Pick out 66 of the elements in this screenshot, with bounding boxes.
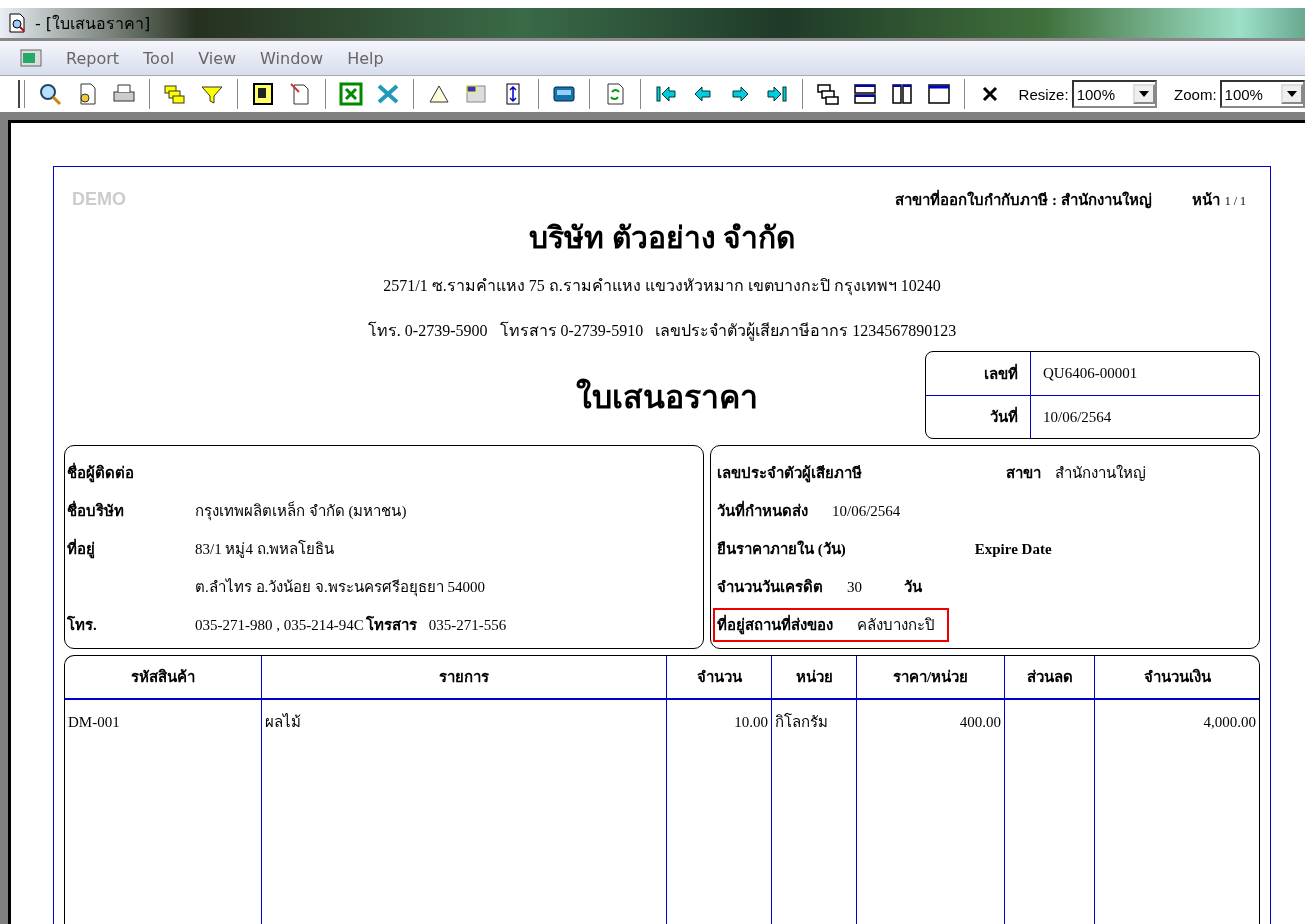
field-value: กรุงเทพผลิตเหล็ก จำกัด (มหาชน) [195,500,407,523]
table-cell: 4,000.00 [1203,713,1256,731]
page-label: หน้า [1191,191,1220,210]
table-cell: DM-001 [68,713,120,731]
field-label: วันที่กำหนดส่ง [717,499,808,523]
branch-text: สาขาที่ออกใบกำกับภาษี : สำนักงานใหญ่ [895,188,1152,212]
menu-item[interactable]: Report [66,48,120,68]
column-header: จำนวนเงิน [1143,667,1211,687]
tile-columns-icon[interactable] [889,82,914,106]
info-label: เลขที่ [926,352,1031,395]
field-value: คลังบางกะปิ [857,616,935,635]
menu-item[interactable]: View [198,48,237,68]
search-icon[interactable] [37,82,62,106]
resize-label: Resize: [1018,85,1069,103]
field-label: ที่อยู่สถานที่ส่งของ [717,613,833,637]
field-value: 30 [847,578,862,596]
info-value: 10/06/2564 [1042,408,1112,426]
table-cell: 10.00 [734,713,768,731]
field-label: Expire Date [974,540,1052,558]
edit-document-icon[interactable] [287,82,312,106]
info-label: วันที่ [926,396,1031,438]
field-value: 035-271-556 [428,616,507,634]
zoom-label: Zoom: [1174,85,1217,103]
table-cell-text: ผลไม้ [265,712,301,732]
field-value: 10/06/2564 [832,502,901,520]
caret-icon [1139,91,1150,97]
resize-dropdown[interactable]: 100% [1071,80,1158,108]
table-cell-text: กิโลกรัม [775,712,828,732]
field-value: 035-271-980 , 035-214-94C [195,616,364,634]
field-label: โทร. [67,617,97,633]
document-search-icon [7,13,27,33]
table-cell: 400.00 [959,713,1001,731]
info-value: QU6406-00001 [1042,365,1138,382]
column-header: จำนวน [696,668,742,687]
cascade-icon[interactable] [815,82,840,106]
menu-item[interactable]: Help [347,48,384,68]
field-value: ต.ลำไทร อ.วังน้อย จ.พระนครศรีอยุธยา 54000 [195,577,485,599]
stacked-pages-icon[interactable] [162,82,187,106]
company-contact: โทร. 0-2739-5900 โทรสาร 0-2739-5910 เลขประจำตัวผู้เสียภาษีอากร 1234567890123 [366,320,958,343]
column-header: หน่วย [795,668,833,687]
document-title: ใบเสนอราคา [575,377,759,417]
field-label: โทรสาร [365,615,417,635]
caret-icon [1287,91,1297,97]
tile-rows-icon[interactable] [852,82,877,106]
toolbar-grip[interactable] [18,80,25,108]
column-header: รายการ [439,668,489,687]
column-header: ราคา/หน่วย [892,668,969,687]
field-label: สาขา [1006,464,1041,483]
field-label: เลขประจำตัวผู้เสียภาษี [717,464,862,485]
menu-item[interactable]: Window [260,48,324,68]
window-title: - [ใบเสนอราคา] [35,12,151,35]
zoom-dropdown[interactable]: 100% [1219,80,1305,108]
field-label: วัน [904,578,922,597]
company-address: 2571/1 ซ.รามคำแหง 75 ถ.รามคำแหง แขวงหัวหมาก เขตบางกะปิ กรุงเทพฯ 10240 [382,276,942,298]
field-label: ยืนราคาภายใน (วัน) [717,539,846,559]
menu-item[interactable]: Tool [143,48,175,68]
page-number: 1 / 1 [1224,194,1246,209]
company-name: บริษัท ตัวอย่าง จำกัด [528,220,796,256]
field-value: 83/1 หมู่4 ถ.พหลโยธิน [195,539,335,560]
grid-icon[interactable] [463,82,488,106]
window-icon[interactable] [926,82,951,106]
spreadsheet-icon[interactable] [338,82,363,106]
column-header: ส่วนลด [1026,668,1073,687]
column-header: รหัสสินค้า [131,667,195,687]
field-label: จำนวนวันเครดิต [717,577,823,597]
field-value: สำนักงานใหญ่ [1055,463,1146,483]
